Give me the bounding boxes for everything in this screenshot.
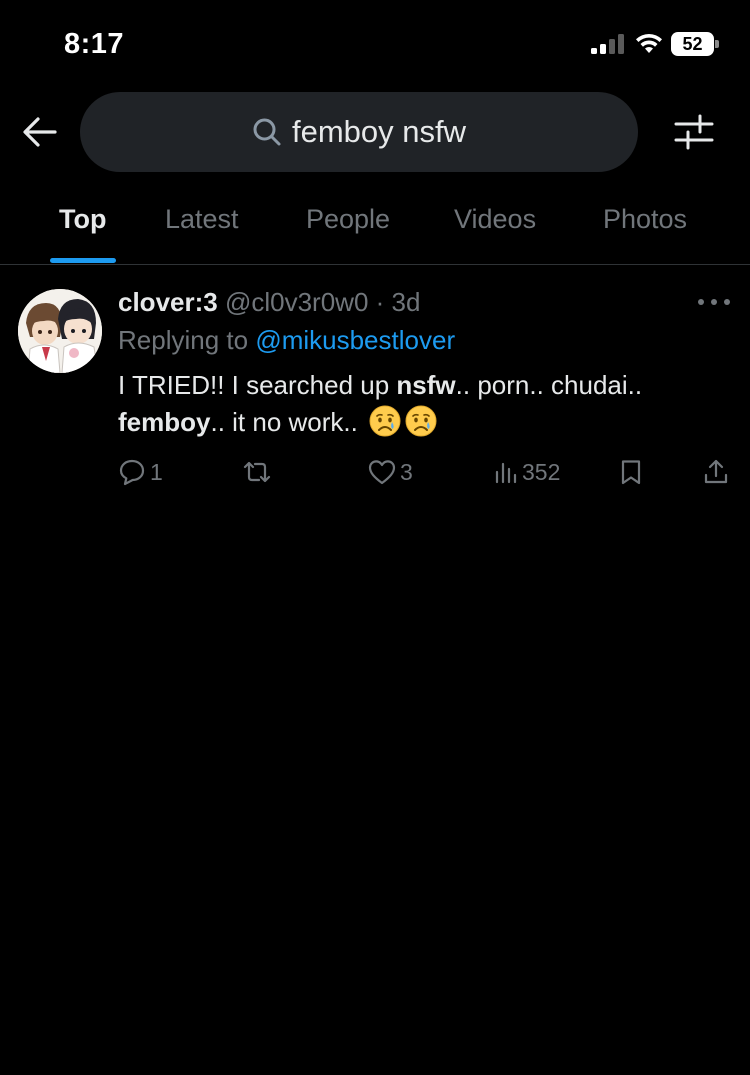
tweet[interactable]: clover:3 @cl0v3r0w0 · 3d Replying to @mi… [0, 265, 750, 505]
analytics-icon [495, 462, 517, 484]
tweet-text: I TRIED!! I searched up nsfw.. porn.. ch… [118, 367, 728, 441]
tab-people[interactable]: People [306, 204, 390, 235]
tweet-text-part: .. porn.. chudai.. [455, 370, 643, 400]
search-filter-button[interactable] [672, 112, 716, 152]
share-icon [704, 459, 728, 484]
sliders-icon [674, 114, 714, 150]
search-input[interactable]: femboy nsfw [80, 92, 638, 172]
user-handle[interactable]: @cl0v3r0w0 [225, 287, 368, 317]
share-button[interactable] [703, 457, 729, 487]
more-options-button[interactable] [698, 295, 730, 309]
reply-button[interactable]: 1 [118, 457, 163, 487]
reply-mention-link[interactable]: @mikusbestlover [255, 325, 455, 355]
tab-top[interactable]: Top [59, 204, 106, 235]
heart-icon [368, 460, 396, 485]
search-tabs: Top Latest People Videos Photos [0, 186, 750, 264]
retweet-button[interactable] [242, 457, 276, 487]
views-button[interactable]: 352 [494, 457, 560, 487]
search-query: femboy nsfw [291, 114, 466, 149]
more-dot [698, 299, 704, 305]
crying-face-emoji-icon [405, 405, 437, 437]
like-count: 3 [400, 458, 413, 485]
avatar[interactable] [18, 289, 102, 373]
more-dot [724, 299, 730, 305]
separator-dot: · [368, 287, 392, 317]
cellular-signal-icon [591, 34, 624, 54]
wifi-icon [636, 33, 662, 53]
bookmark-icon [621, 460, 641, 485]
tweet-text-part: I TRIED!! I searched up [118, 370, 397, 400]
tweet-header: clover:3 @cl0v3r0w0 · 3d [118, 287, 420, 318]
tab-latest[interactable]: Latest [165, 204, 239, 235]
tweet-text-bold: nsfw [396, 370, 456, 400]
view-count: 352 [522, 458, 561, 485]
replying-to: Replying to @mikusbestlover [118, 325, 455, 356]
tweet-text-bold: femboy [118, 407, 211, 437]
status-time: 8:17 [64, 28, 125, 60]
tweet-text-part: .. it no work.. [210, 407, 358, 437]
active-tab-indicator [50, 258, 116, 263]
like-button[interactable]: 3 [368, 457, 413, 487]
arrow-left-icon [23, 117, 57, 147]
replying-prefix: Replying to [118, 325, 256, 355]
comment-icon [119, 459, 145, 486]
bookmark-button[interactable] [619, 457, 643, 487]
status-bar: 8:17 52 [0, 0, 750, 90]
reply-count: 1 [150, 458, 163, 485]
crying-face-emoji-icon [369, 405, 401, 437]
battery-level: 52 [682, 34, 703, 54]
back-button[interactable] [20, 112, 60, 152]
tweet-time[interactable]: 3d [392, 287, 421, 317]
tab-videos[interactable]: Videos [454, 204, 536, 235]
battery-indicator: 52 [671, 32, 719, 56]
retweet-icon [243, 461, 271, 483]
search-icon [252, 117, 282, 147]
more-dot [711, 299, 717, 305]
display-name[interactable]: clover:3 [118, 287, 218, 317]
tab-photos[interactable]: Photos [603, 204, 687, 235]
